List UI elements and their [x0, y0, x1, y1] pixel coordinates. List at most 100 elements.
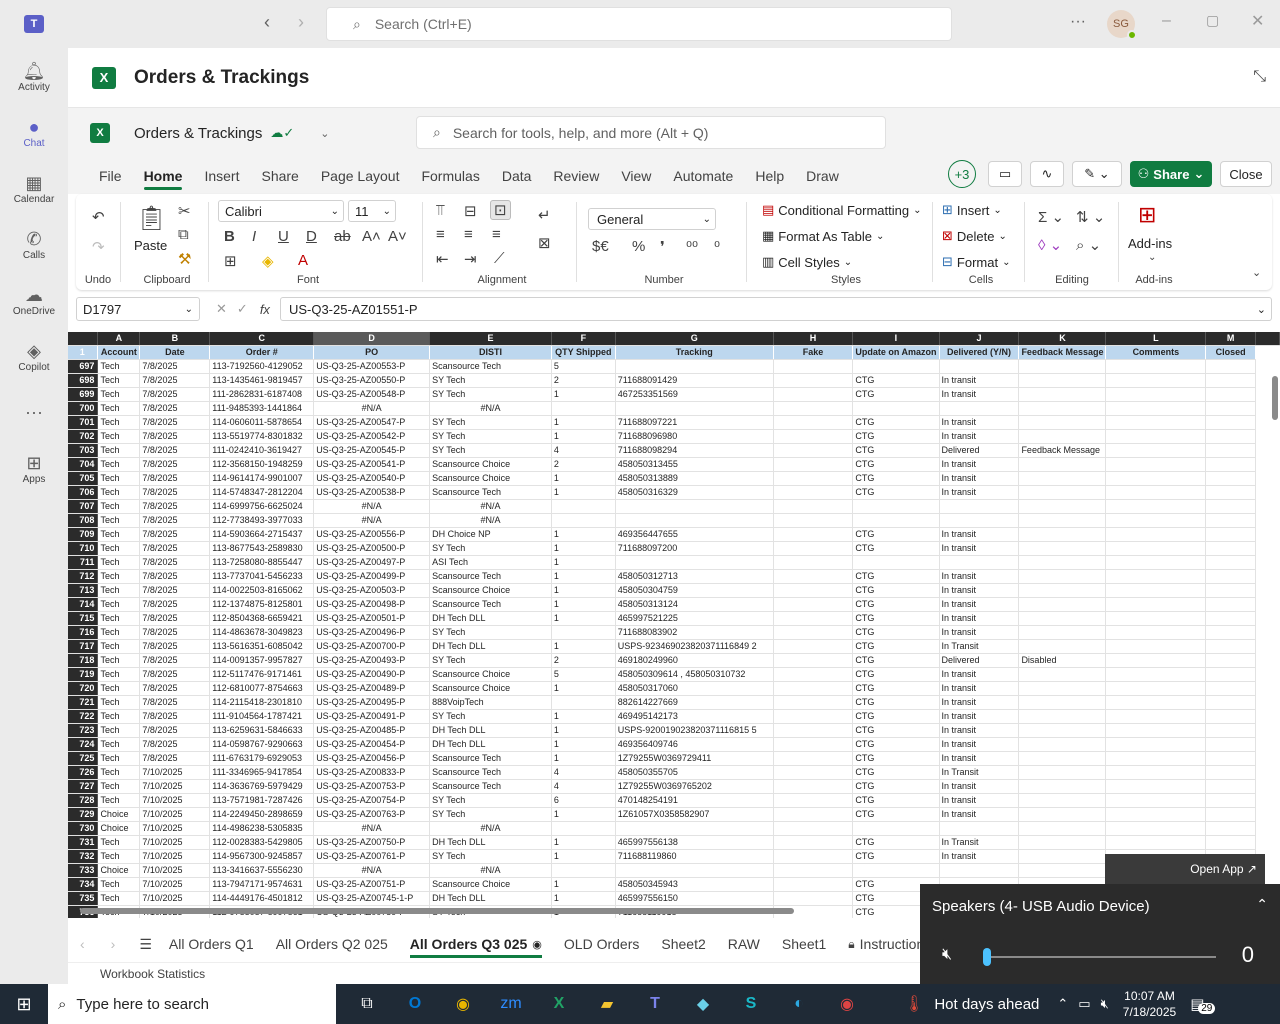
cell[interactable]: US-Q3-25-AZ00538-P [313, 485, 431, 500]
cell[interactable]: Tech [97, 639, 141, 654]
cell[interactable]: 7/8/2025 [139, 499, 211, 514]
cell[interactable] [1105, 821, 1207, 836]
cell[interactable]: 112-7738493-3977033 [209, 513, 315, 528]
cell[interactable]: US-Q3-25-AZ00456-P [313, 751, 431, 766]
cell[interactable] [1018, 541, 1107, 556]
cell[interactable]: 7/8/2025 [139, 387, 211, 402]
cell[interactable]: #N/A [429, 499, 552, 514]
cell[interactable] [1018, 709, 1107, 724]
cell[interactable] [1105, 527, 1207, 542]
cell[interactable]: 1 [551, 681, 616, 696]
chevron-up-icon[interactable]: ⌃ [1057, 996, 1068, 1012]
cell[interactable]: #N/A [313, 401, 431, 416]
copy-icon[interactable]: ⧉ [178, 226, 189, 243]
volume-thumb[interactable] [983, 948, 991, 966]
cell[interactable]: In transit [939, 709, 1020, 724]
cell[interactable] [852, 555, 940, 570]
cell[interactable]: 1 [551, 751, 616, 766]
cell[interactable]: 1 [551, 555, 616, 570]
cell[interactable]: Tech [97, 485, 141, 500]
rail-copilot[interactable]: ◈ Copilot [0, 328, 68, 384]
undo-icon[interactable]: ↶ [92, 208, 105, 226]
column-header[interactable]: E [429, 332, 552, 346]
cell[interactable]: 7/10/2025 [139, 877, 211, 892]
cell[interactable] [1205, 653, 1257, 668]
cell[interactable]: CTG [852, 597, 940, 612]
cell[interactable]: US-Q3-25-AZ00548-P [313, 387, 431, 402]
cell[interactable]: #N/A [429, 513, 552, 528]
name-box[interactable]: D1797 ⌄ [76, 297, 200, 321]
select-all-corner[interactable] [68, 332, 99, 346]
cell[interactable]: US-Q3-25-AZ00503-P [313, 583, 431, 598]
cell[interactable] [773, 555, 854, 570]
cell[interactable] [773, 513, 854, 528]
cell[interactable]: 112-1374875-8125801 [209, 597, 315, 612]
clock[interactable]: 10:07 AM 7/18/2025 [1123, 988, 1176, 1020]
cell[interactable]: SY Tech [429, 541, 552, 556]
cell[interactable]: Choice [97, 863, 141, 878]
italic-icon[interactable]: I [252, 228, 256, 245]
cell[interactable] [1205, 681, 1257, 696]
cell[interactable]: USPS-923469023820371116849 2 [615, 639, 774, 654]
cell[interactable] [1205, 625, 1257, 640]
windows-start-icon[interactable]: ⊞ [0, 994, 48, 1015]
cell[interactable]: 7/8/2025 [139, 485, 211, 500]
bold-icon[interactable]: B [224, 228, 235, 245]
align-left-icon[interactable]: ≡ [436, 226, 445, 243]
orientation-icon[interactable]: ⟋ [494, 250, 505, 267]
cell[interactable]: DH Choice NP [429, 527, 552, 542]
cell-styles-button[interactable]: ▥ Cell Styles ⌄ [762, 254, 852, 270]
cell[interactable]: 114-3636769-5979429 [209, 779, 315, 794]
cell[interactable]: In transit [939, 541, 1020, 556]
cell[interactable]: 711688091429 [615, 373, 774, 388]
cell[interactable]: In transit [939, 849, 1020, 864]
cell[interactable] [773, 499, 854, 514]
enter-icon[interactable]: ✓ [237, 301, 248, 317]
cell[interactable]: CTG [852, 667, 940, 682]
cell[interactable]: Tech [97, 779, 141, 794]
cell[interactable]: In transit [939, 387, 1020, 402]
tab-draw[interactable]: Draw [795, 158, 850, 194]
cell[interactable]: Tech [97, 751, 141, 766]
cell[interactable]: 469356409746 [615, 737, 774, 752]
cell[interactable] [1205, 527, 1257, 542]
cell[interactable]: 458050317060 [615, 681, 774, 696]
cell[interactable]: CTG [852, 387, 940, 402]
ribbon-expand-icon[interactable]: ⌄ [1252, 266, 1261, 279]
cell[interactable]: Scansource Tech [429, 569, 552, 584]
sheet-tab-old-orders[interactable]: OLD Orders [553, 928, 650, 960]
cell[interactable]: In transit [939, 625, 1020, 640]
cell[interactable] [773, 835, 854, 850]
cell[interactable] [852, 821, 940, 836]
cell[interactable] [1105, 359, 1207, 374]
cell[interactable] [1018, 471, 1107, 486]
cell[interactable] [1018, 359, 1107, 374]
subscript-icon[interactable]: A˅ [388, 228, 407, 245]
cell[interactable]: 1 [551, 611, 616, 626]
cell[interactable]: Tech [97, 527, 141, 542]
cell[interactable] [1205, 765, 1257, 780]
cell[interactable] [1018, 793, 1107, 808]
cell[interactable]: DH Tech DLL [429, 723, 552, 738]
tab-automate[interactable]: Automate [662, 158, 744, 194]
cell[interactable] [551, 513, 616, 528]
cell[interactable] [773, 779, 854, 794]
cell[interactable] [1205, 793, 1257, 808]
cell[interactable]: CTG [852, 779, 940, 794]
teams-logo-icon[interactable]: T [0, 15, 68, 33]
cell[interactable]: In transit [939, 667, 1020, 682]
cell[interactable] [615, 401, 774, 416]
cell[interactable]: 113-8677543-2589830 [209, 541, 315, 556]
paste-icon[interactable]: 📋︎ [136, 204, 166, 233]
row-number[interactable]: 725 [68, 751, 99, 766]
cell[interactable]: #N/A [313, 863, 431, 878]
row-number[interactable]: 697 [68, 359, 99, 374]
cell[interactable] [773, 765, 854, 780]
row-number[interactable]: 707 [68, 499, 99, 514]
column-header[interactable]: D [313, 332, 431, 346]
font-color-icon[interactable]: A [298, 252, 308, 269]
cell[interactable]: In transit [939, 737, 1020, 752]
outlook-icon[interactable]: O [398, 995, 432, 1013]
cell[interactable] [852, 499, 940, 514]
row-number[interactable]: 718 [68, 653, 99, 668]
